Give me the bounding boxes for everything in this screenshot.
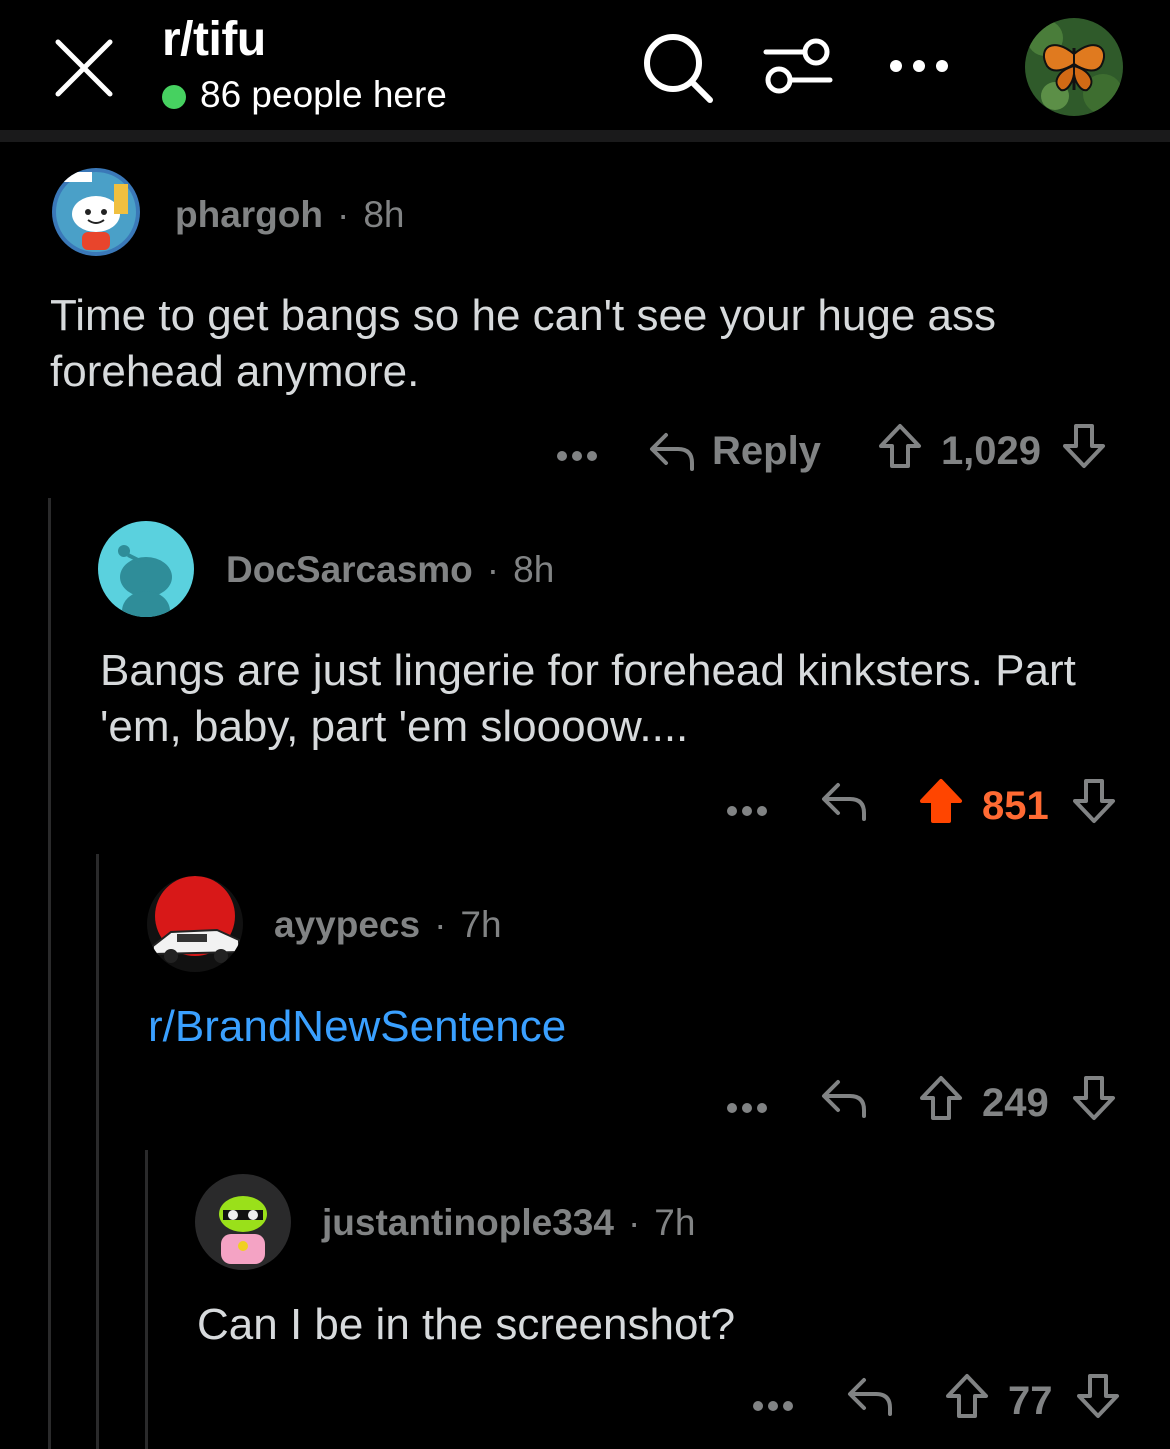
upvote-icon bbox=[946, 1374, 988, 1418]
filter-button[interactable] bbox=[760, 34, 836, 98]
vote-score: 1,029 bbox=[940, 428, 1042, 473]
downvote-button[interactable] bbox=[1061, 422, 1107, 480]
thread-line bbox=[96, 854, 99, 1449]
upvote-icon bbox=[878, 424, 921, 468]
butterfly-avatar-icon bbox=[1025, 18, 1123, 116]
search-icon bbox=[644, 34, 713, 103]
comment-text: Bangs are just lingerie for forehead kin… bbox=[100, 646, 1076, 751]
upvote-button[interactable] bbox=[918, 1074, 964, 1132]
more-options-button[interactable] bbox=[752, 1379, 794, 1424]
avatar[interactable] bbox=[52, 168, 140, 256]
comment-actions: 249 bbox=[726, 1073, 1117, 1133]
reply-button[interactable]: Reply bbox=[648, 429, 821, 474]
comment-age: 7h bbox=[460, 904, 502, 945]
vote-score: 851 bbox=[982, 783, 1049, 828]
downvote-button[interactable] bbox=[1071, 777, 1117, 835]
comment-meta: justantinople334 · 7h bbox=[322, 1202, 695, 1244]
reply-button[interactable] bbox=[820, 1076, 868, 1130]
more-icon bbox=[727, 1102, 767, 1113]
subreddit-link[interactable]: r/BrandNewSentence bbox=[148, 999, 1048, 1055]
vote-score: 249 bbox=[982, 1080, 1049, 1125]
more-icon bbox=[557, 450, 597, 461]
comment-age: 8h bbox=[363, 194, 405, 235]
thread-line bbox=[48, 498, 51, 1449]
comment-actions: Reply 1,029 bbox=[556, 421, 1107, 481]
upvote-icon bbox=[920, 1076, 962, 1120]
more-icon bbox=[727, 805, 767, 816]
header-divider bbox=[0, 130, 1170, 142]
snoo-avatar-icon bbox=[98, 521, 194, 617]
downvote-button[interactable] bbox=[1075, 1372, 1121, 1430]
more-options-button[interactable] bbox=[884, 48, 954, 84]
meta-separator: · bbox=[627, 1202, 641, 1243]
more-options-button[interactable] bbox=[726, 784, 768, 829]
more-options-button[interactable] bbox=[556, 429, 598, 474]
reply-icon bbox=[848, 1378, 892, 1416]
thread-line bbox=[145, 1150, 148, 1449]
author-name[interactable]: ayypecs bbox=[274, 904, 420, 945]
close-button[interactable] bbox=[52, 36, 116, 100]
snoo-avatar-icon bbox=[52, 168, 140, 256]
subreddit-title[interactable]: r/tifu bbox=[162, 12, 266, 67]
author-name[interactable]: justantinople334 bbox=[322, 1202, 614, 1243]
downvote-icon bbox=[1076, 1374, 1119, 1418]
meta-separator: · bbox=[486, 549, 500, 590]
reply-icon bbox=[822, 1080, 866, 1118]
reply-button[interactable] bbox=[820, 779, 868, 833]
comment-age: 7h bbox=[654, 1202, 696, 1243]
reply-icon bbox=[822, 783, 866, 821]
downvote-button[interactable] bbox=[1071, 1074, 1117, 1132]
online-count: 86 people here bbox=[200, 74, 447, 115]
vote-score: 77 bbox=[1008, 1378, 1053, 1423]
online-indicator-icon bbox=[162, 85, 186, 109]
author-name[interactable]: phargoh bbox=[175, 194, 323, 235]
comment-text: Can I be in the screenshot? bbox=[197, 1300, 736, 1349]
comment-text: Time to get bangs so he can't see your h… bbox=[50, 291, 996, 396]
more-icon bbox=[890, 60, 948, 72]
comment-actions: 77 bbox=[752, 1371, 1121, 1431]
author-name[interactable]: DocSarcasmo bbox=[226, 549, 473, 590]
reply-icon bbox=[650, 433, 694, 471]
comment-actions: 851 bbox=[726, 776, 1117, 836]
reply-button[interactable] bbox=[846, 1374, 894, 1428]
meta-separator: · bbox=[336, 194, 350, 235]
more-options-button[interactable] bbox=[726, 1081, 768, 1126]
upvote-button[interactable] bbox=[944, 1372, 990, 1430]
snoo-avatar-icon bbox=[195, 1174, 291, 1270]
comment-meta: ayypecs · 7h bbox=[274, 904, 502, 946]
avatar[interactable] bbox=[147, 876, 243, 972]
meta-separator: · bbox=[434, 904, 447, 945]
reply-label: Reply bbox=[712, 428, 821, 473]
upvote-icon bbox=[920, 779, 962, 823]
more-icon bbox=[753, 1400, 793, 1411]
car-avatar-icon bbox=[147, 876, 243, 972]
comment-meta: phargoh · 8h bbox=[175, 194, 404, 236]
search-button[interactable] bbox=[640, 30, 716, 106]
top-bar: r/tifu 86 people here bbox=[0, 0, 1170, 132]
avatar[interactable] bbox=[98, 521, 194, 617]
downvote-icon bbox=[1063, 424, 1106, 468]
comment-age: 8h bbox=[513, 549, 555, 590]
downvote-icon bbox=[1072, 779, 1115, 823]
filter-icon bbox=[763, 38, 833, 94]
close-icon bbox=[55, 39, 113, 97]
avatar[interactable] bbox=[195, 1174, 291, 1270]
user-avatar[interactable] bbox=[1025, 18, 1123, 116]
downvote-icon bbox=[1072, 1076, 1115, 1120]
upvote-button[interactable] bbox=[918, 777, 964, 835]
comment-meta: DocSarcasmo · 8h bbox=[226, 549, 554, 591]
upvote-button[interactable] bbox=[877, 422, 923, 480]
